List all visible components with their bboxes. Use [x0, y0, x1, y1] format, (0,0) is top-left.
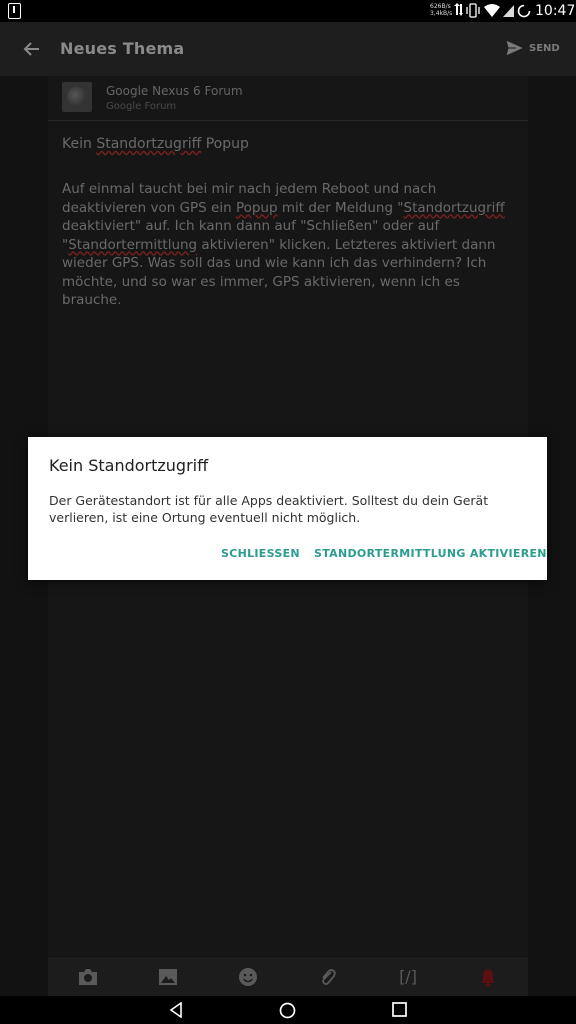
send-icon	[505, 39, 525, 57]
back-arrow-icon[interactable]	[22, 39, 42, 59]
post-body-input[interactable]: Auf einmal taucht bei mir nach jedem Reb…	[62, 180, 512, 310]
status-bar: 626B/s 3,4kB/s 10:47	[0, 0, 576, 22]
send-button[interactable]: SEND	[505, 39, 560, 57]
send-label: SEND	[529, 42, 560, 54]
format-bar: [/]	[48, 957, 528, 996]
signal-icon	[503, 5, 514, 17]
close-button[interactable]: SCHLIESSEN	[221, 547, 300, 560]
dialog-message: Der Gerätestandort ist für alle Apps dea…	[49, 493, 489, 525]
image-button[interactable]	[156, 965, 180, 989]
data-arrows-icon	[454, 3, 463, 16]
download-notification-icon	[8, 3, 21, 19]
nav-back-icon[interactable]	[168, 1002, 184, 1018]
wifi-icon	[484, 4, 500, 17]
attachment-button[interactable]	[316, 965, 340, 989]
emoji-button[interactable]	[236, 965, 260, 989]
status-time: 10:47	[535, 3, 576, 19]
code-button[interactable]: [/]	[396, 965, 420, 989]
toolbar: Neues Thema SEND	[0, 22, 576, 76]
forum-subtitle: Google Forum	[106, 101, 177, 112]
activate-location-button[interactable]: STANDORTERMITTLUNG AKTIVIEREN	[314, 547, 547, 560]
screen: 626B/s 3,4kB/s 10:47 Neues Thema SEND Go…	[0, 0, 576, 1024]
post-title-prefix: Kein	[62, 136, 97, 152]
network-speed-up: 626B/s	[430, 3, 451, 10]
vibrate-icon	[466, 3, 480, 18]
post-title-input[interactable]: Kein Standortzugriff Popup	[62, 136, 249, 152]
post-body-word-standortzugriff: Standortzugriff	[403, 199, 505, 216]
location-dialog: Kein Standortzugriff Der Gerätestandort …	[28, 437, 547, 580]
post-body-word-standortermittlung: Standortermittlung	[68, 236, 198, 253]
nav-home-icon[interactable]	[279, 1002, 296, 1019]
post-body-part2: mit der Meldung "	[277, 199, 404, 216]
navigation-bar	[0, 996, 576, 1024]
page-title: Neues Thema	[60, 39, 185, 58]
camera-button[interactable]	[76, 965, 100, 989]
post-title-suffix: Popup	[201, 136, 249, 152]
paperclip-icon	[322, 968, 336, 985]
forum-name: Google Nexus 6 Forum	[106, 84, 243, 98]
image-icon	[159, 968, 177, 985]
battery-charging-icon	[517, 4, 531, 18]
dialog-title: Kein Standortzugriff	[49, 456, 209, 475]
post-title-misspelled-word: Standortzugriff	[96, 136, 202, 152]
post-body-word-popup: Popup	[235, 199, 278, 216]
camera-icon	[79, 968, 97, 985]
status-icons	[454, 3, 531, 18]
forum-header: Google Nexus 6 Forum Google Forum	[48, 76, 528, 121]
notification-button[interactable]	[476, 965, 500, 989]
nav-recents-icon[interactable]	[392, 1002, 407, 1017]
forum-avatar	[62, 82, 92, 112]
bell-icon	[481, 968, 495, 987]
network-speed: 626B/s 3,4kB/s	[430, 3, 452, 17]
emoji-icon	[239, 967, 257, 986]
network-speed-down: 3,4kB/s	[430, 10, 453, 17]
